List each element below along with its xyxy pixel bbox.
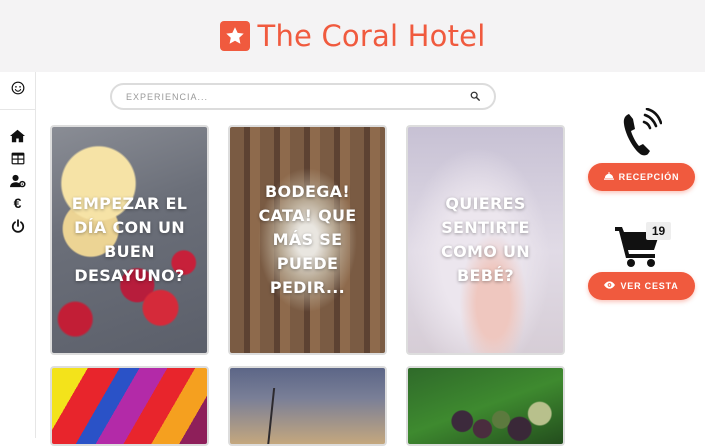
experience-card-vineyard[interactable]	[406, 366, 565, 446]
smiley-icon	[11, 81, 25, 100]
search-input[interactable]	[126, 91, 470, 102]
experience-card-spa[interactable]: QUIERES SENTIRTE COMO UN BEBÉ?	[406, 125, 565, 355]
home-icon[interactable]	[9, 127, 26, 144]
search-bar	[110, 83, 496, 110]
hotel-title: The Coral Hotel	[257, 19, 486, 53]
star-icon	[219, 21, 250, 51]
eye-icon	[604, 281, 616, 291]
power-icon[interactable]	[9, 217, 26, 234]
app-header: The Coral Hotel	[0, 0, 705, 72]
view-cart-button[interactable]: VER CESTA	[588, 272, 695, 300]
card-title: EMPEZAR EL DÍA CON UN BUEN DESAYUNO?	[71, 194, 188, 285]
brand[interactable]: The Coral Hotel	[219, 19, 486, 53]
sidebar: €	[0, 72, 36, 438]
table-icon[interactable]	[9, 150, 26, 167]
experience-card-breakfast[interactable]: EMPEZAR EL DÍA CON UN BUEN DESAYUNO?	[50, 125, 209, 355]
card-title: QUIERES SENTIRTE COMO UN BEBÉ?	[441, 194, 530, 285]
sailboat-mast	[266, 388, 276, 444]
reception-button[interactable]: RECEPCIÓN	[588, 163, 695, 191]
view-cart-label: VER CESTA	[620, 281, 679, 291]
experience-card-sailing[interactable]	[228, 366, 387, 446]
sidebar-item-profile[interactable]	[0, 72, 35, 110]
euro-icon[interactable]: €	[9, 194, 26, 211]
card-title: BODEGA! CATA! QUE MÁS SE PUEDE PEDIR...	[258, 182, 357, 297]
bell-icon	[603, 172, 614, 182]
reception-label: RECEPCIÓN	[618, 172, 680, 182]
user-settings-icon[interactable]	[9, 172, 26, 189]
experience-card-winery[interactable]: BODEGA! CATA! QUE MÁS SE PUEDE PEDIR...	[228, 125, 387, 355]
search-icon[interactable]	[470, 88, 480, 106]
cart-count-badge: 19	[646, 222, 671, 240]
experience-card-art[interactable]	[50, 366, 209, 446]
phone-icon[interactable]	[620, 107, 663, 158]
